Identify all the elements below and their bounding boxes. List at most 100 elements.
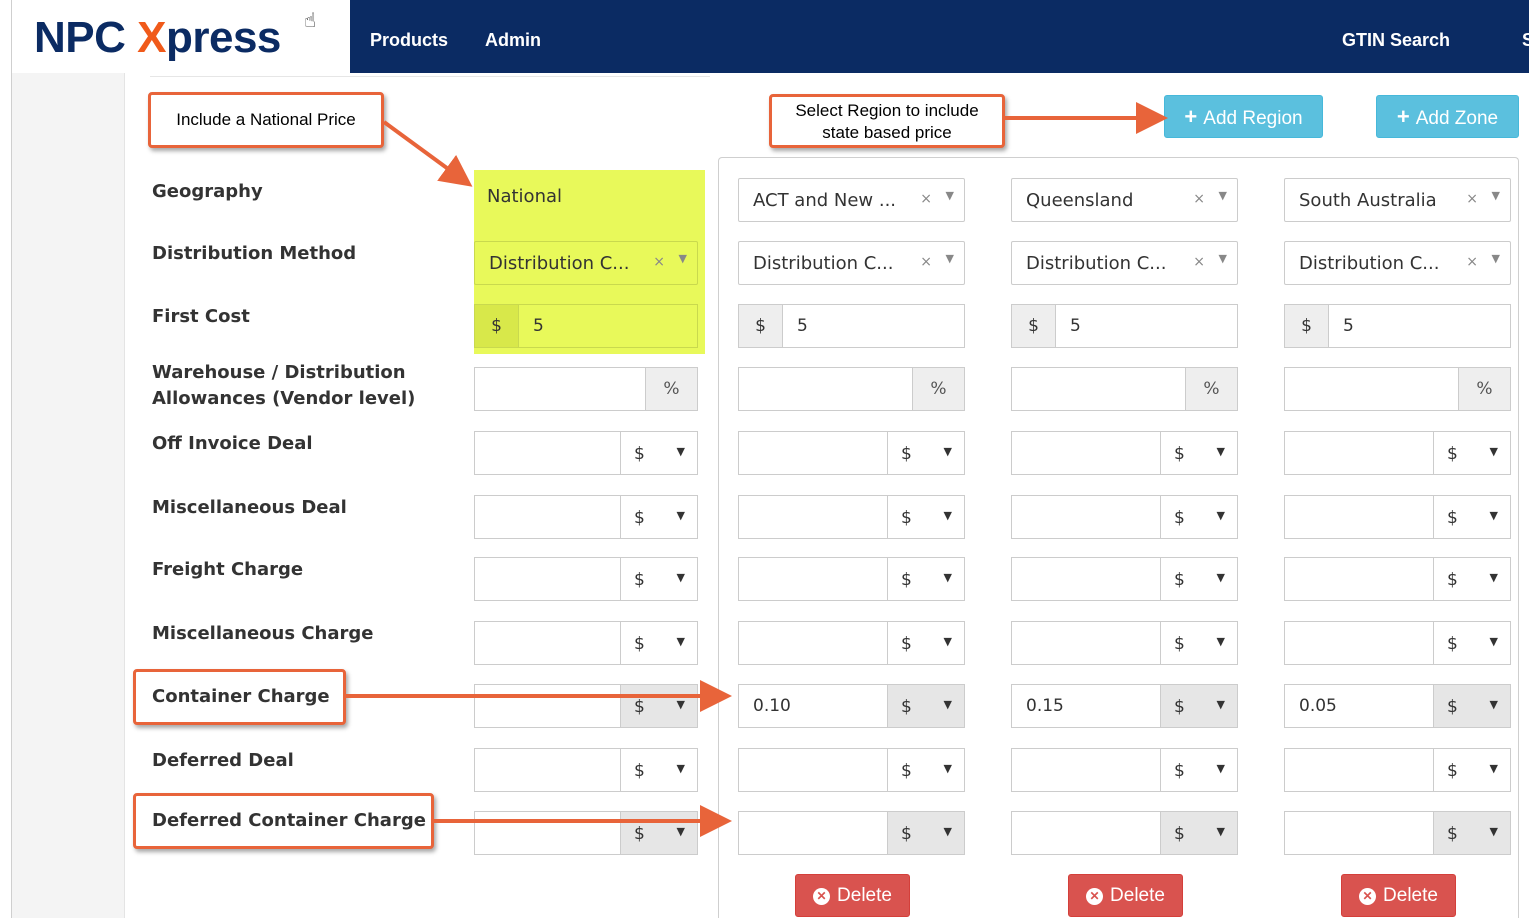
unit-select[interactable]: $ ▼	[620, 685, 697, 727]
chevron-down-icon[interactable]: ▼	[1217, 762, 1225, 775]
chevron-down-icon[interactable]: ▼	[1217, 571, 1225, 584]
unit-select[interactable]: $ ▼	[887, 558, 964, 600]
chevron-down-icon[interactable]: ▼	[944, 635, 952, 648]
chevron-down-icon[interactable]: ▼	[944, 825, 952, 838]
clear-icon[interactable]: ×	[920, 254, 932, 270]
freight-charge-input[interactable]: $ ▼	[474, 557, 698, 601]
deferred-container-charge-input[interactable]: $ ▼	[474, 811, 698, 855]
unit-select[interactable]: $ ▼	[620, 812, 697, 854]
deferred-deal-input[interactable]: $ ▼	[1284, 748, 1511, 792]
unit-select[interactable]: $ ▼	[1433, 496, 1510, 538]
unit-select[interactable]: $ ▼	[1160, 496, 1237, 538]
chevron-down-icon[interactable]: ▼	[1217, 509, 1225, 522]
chevron-down-icon[interactable]: ▼	[1490, 635, 1498, 648]
nav-gtin-search[interactable]: GTIN Search	[1342, 30, 1450, 51]
misc-deal-input[interactable]: $ ▼	[738, 495, 965, 539]
chevron-down-icon[interactable]: ▼	[1490, 509, 1498, 522]
unit-select[interactable]: $ ▼	[1433, 749, 1510, 791]
unit-select[interactable]: $ ▼	[620, 496, 697, 538]
region-first-cost-input[interactable]: $5	[738, 304, 965, 348]
deferred-deal-input[interactable]: $ ▼	[738, 748, 965, 792]
misc-charge-input[interactable]: $ ▼	[1011, 621, 1238, 665]
unit-select[interactable]: $ ▼	[620, 749, 697, 791]
unit-select[interactable]: $ ▼	[1160, 558, 1237, 600]
chevron-down-icon[interactable]: ▼	[1217, 825, 1225, 838]
chevron-down-icon[interactable]: ▼	[1217, 698, 1225, 711]
misc-deal-input[interactable]: $ ▼	[1011, 495, 1238, 539]
chevron-down-icon[interactable]: ▼	[1490, 762, 1498, 775]
clear-icon[interactable]: ×	[1193, 254, 1205, 270]
chevron-down-icon[interactable]: ▼	[1490, 571, 1498, 584]
deferred-deal-input[interactable]: $ ▼	[1011, 748, 1238, 792]
region-warehouse-input[interactable]: %	[1011, 367, 1238, 411]
chevron-down-icon[interactable]: ▼	[944, 762, 952, 775]
container-charge-input[interactable]: $ ▼	[474, 684, 698, 728]
unit-select[interactable]: $ ▼	[1433, 558, 1510, 600]
region-geography-select[interactable]: ACT and New ... × ▼	[738, 178, 965, 222]
unit-select[interactable]: $ ▼	[887, 749, 964, 791]
chevron-down-icon[interactable]: ▼	[677, 698, 685, 711]
misc-charge-input[interactable]: $ ▼	[1284, 621, 1511, 665]
unit-select[interactable]: $ ▼	[1160, 622, 1237, 664]
chevron-down-icon[interactable]: ▼	[946, 189, 954, 202]
delete-region-button[interactable]: ✕ Delete	[1341, 874, 1456, 917]
unit-select[interactable]: $ ▼	[620, 558, 697, 600]
container-charge-input[interactable]: 0.05 $ ▼	[1284, 684, 1511, 728]
unit-select[interactable]: $ ▼	[620, 622, 697, 664]
national-first-cost-input[interactable]: $ 5	[474, 304, 698, 348]
unit-select[interactable]: $ ▼	[887, 622, 964, 664]
chevron-down-icon[interactable]: ▼	[1217, 635, 1225, 648]
chevron-down-icon[interactable]: ▼	[1219, 189, 1227, 202]
region-warehouse-input[interactable]: %	[738, 367, 965, 411]
container-charge-input[interactable]: 0.15 $ ▼	[1011, 684, 1238, 728]
deferred-container-charge-input[interactable]: $ ▼	[1011, 811, 1238, 855]
nav-admin[interactable]: Admin	[485, 30, 541, 51]
freight-charge-input[interactable]: $ ▼	[1011, 557, 1238, 601]
unit-select[interactable]: $ ▼	[1160, 749, 1237, 791]
chevron-down-icon[interactable]: ▼	[1492, 189, 1500, 202]
clear-icon[interactable]: ×	[1193, 191, 1205, 207]
unit-select[interactable]: $ ▼	[620, 432, 697, 474]
region-geography-select[interactable]: Queensland × ▼	[1011, 178, 1238, 222]
off-invoice-deal-input[interactable]: $ ▼	[738, 431, 965, 475]
deferred-container-charge-input[interactable]: $ ▼	[1284, 811, 1511, 855]
deferred-deal-input[interactable]: $ ▼	[474, 748, 698, 792]
unit-select[interactable]: $ ▼	[887, 496, 964, 538]
clear-icon[interactable]: ×	[1466, 254, 1478, 270]
chevron-down-icon[interactable]: ▼	[1219, 252, 1227, 265]
region-distribution-select[interactable]: Distribution C... × ▼	[1011, 241, 1238, 285]
national-distribution-select[interactable]: Distribution C... × ▼	[474, 241, 698, 285]
chevron-down-icon[interactable]: ▼	[1490, 698, 1498, 711]
chevron-down-icon[interactable]: ▼	[1217, 445, 1225, 458]
misc-deal-input[interactable]: $ ▼	[474, 495, 698, 539]
chevron-down-icon[interactable]: ▼	[944, 571, 952, 584]
npc-xpress-logo[interactable]: NPC Xpress	[34, 14, 281, 62]
chevron-down-icon[interactable]: ▼	[677, 635, 685, 648]
chevron-down-icon[interactable]: ▼	[1490, 445, 1498, 458]
unit-select[interactable]: $ ▼	[1160, 685, 1237, 727]
misc-charge-input[interactable]: $ ▼	[738, 621, 965, 665]
chevron-down-icon[interactable]: ▼	[677, 762, 685, 775]
region-first-cost-input[interactable]: $5	[1011, 304, 1238, 348]
add-zone-button[interactable]: + Add Zone	[1376, 95, 1519, 138]
chevron-down-icon[interactable]: ▼	[677, 509, 685, 522]
delete-region-button[interactable]: ✕ Delete	[795, 874, 910, 917]
misc-deal-input[interactable]: $ ▼	[1284, 495, 1511, 539]
chevron-down-icon[interactable]: ▼	[677, 445, 685, 458]
clear-icon[interactable]: ×	[653, 254, 665, 270]
nav-item-cut-off[interactable]: S	[1522, 30, 1529, 51]
chevron-down-icon[interactable]: ▼	[944, 698, 952, 711]
region-geography-select[interactable]: South Australia × ▼	[1284, 178, 1511, 222]
region-warehouse-input[interactable]: %	[1284, 367, 1511, 411]
off-invoice-deal-input[interactable]: $ ▼	[1284, 431, 1511, 475]
national-warehouse-input[interactable]: %	[474, 367, 698, 411]
region-distribution-select[interactable]: Distribution C... × ▼	[738, 241, 965, 285]
chevron-down-icon[interactable]: ▼	[677, 825, 685, 838]
logo-area[interactable]: NPC Xpress ☝	[12, 0, 350, 73]
delete-region-button[interactable]: ✕ Delete	[1068, 874, 1183, 917]
unit-select[interactable]: $ ▼	[1433, 812, 1510, 854]
freight-charge-input[interactable]: $ ▼	[1284, 557, 1511, 601]
chevron-down-icon[interactable]: ▼	[946, 252, 954, 265]
region-first-cost-input[interactable]: $5	[1284, 304, 1511, 348]
unit-select[interactable]: $ ▼	[1160, 812, 1237, 854]
